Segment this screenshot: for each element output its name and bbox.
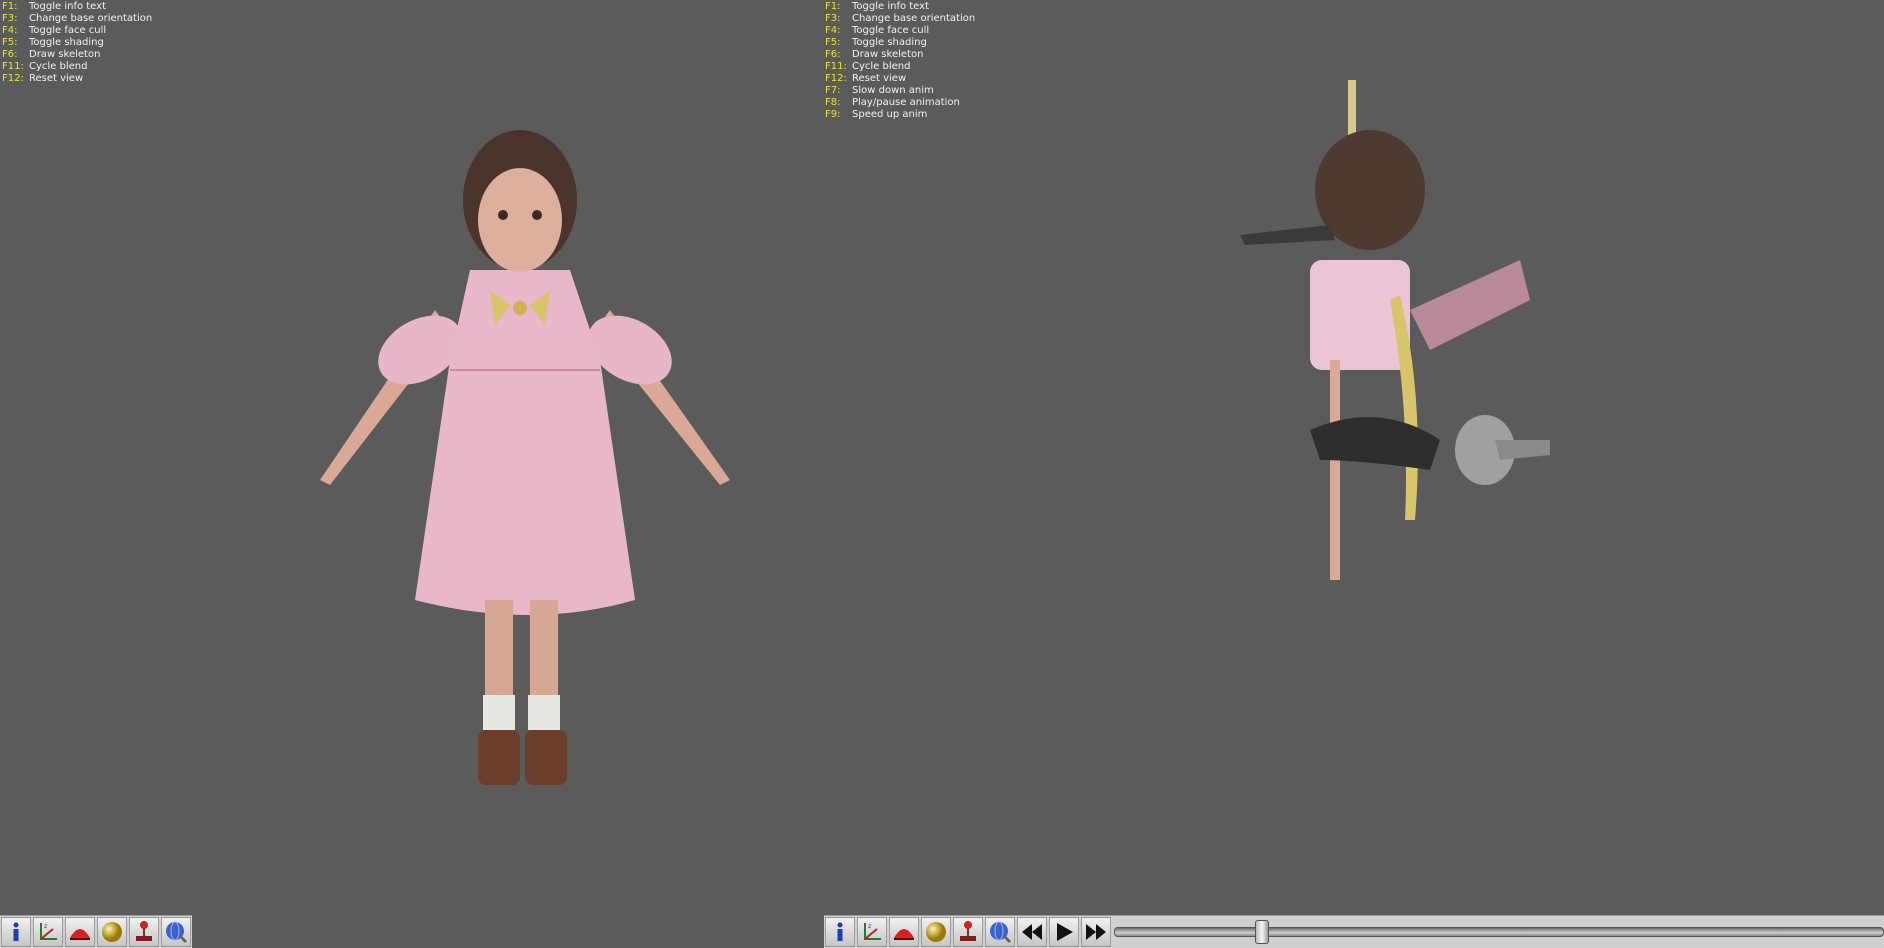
viewer-toolbar-right: z xyxy=(824,915,1884,948)
info-button[interactable] xyxy=(1,917,31,947)
help-row: F9: Speed up anim xyxy=(825,109,975,121)
help-desc: Toggle shading xyxy=(29,37,104,48)
help-overlay-right: F1: Toggle info text F3: Change base orient… xyxy=(825,1,975,121)
help-row: F6: Draw skeleton xyxy=(2,49,152,61)
help-row: F4: Toggle face cull xyxy=(2,25,152,37)
help-key: F6: xyxy=(825,49,841,60)
rewind-icon xyxy=(1020,920,1044,944)
help-key: F12: xyxy=(2,73,24,84)
joystick-icon xyxy=(132,920,156,944)
timeline-slider-knob[interactable] xyxy=(1254,920,1269,944)
svg-text:z: z xyxy=(44,923,47,930)
help-desc: Cycle blend xyxy=(852,61,911,72)
axes-button[interactable]: z xyxy=(857,917,887,947)
character-model-tpose xyxy=(320,130,730,785)
help-row: F11: Cycle blend xyxy=(825,61,975,73)
help-desc: Toggle info text xyxy=(852,1,930,12)
help-desc: Change base orientation xyxy=(29,13,153,24)
help-key: F3: xyxy=(825,13,841,24)
help-row: F3: Change base orientation xyxy=(2,13,152,25)
rewind-button[interactable] xyxy=(1017,917,1047,947)
dome-button[interactable] xyxy=(889,917,919,947)
axes-icon: z xyxy=(860,920,884,944)
dome-icon xyxy=(892,920,916,944)
joystick-button[interactable] xyxy=(129,917,159,947)
info-button[interactable] xyxy=(825,917,855,947)
help-overlay-left: F1: Toggle info text F3: Change base orient… xyxy=(2,1,152,85)
help-desc: Toggle face cull xyxy=(852,25,930,36)
help-desc: Slow down anim xyxy=(852,85,934,96)
help-desc: Toggle face cull xyxy=(29,25,107,36)
help-row: F8: Play/pause animation xyxy=(825,97,975,109)
help-row: F1: Toggle info text xyxy=(2,1,152,13)
help-desc: Toggle info text xyxy=(29,1,107,12)
help-key: F3: xyxy=(2,13,18,24)
sphere-button[interactable] xyxy=(97,917,127,947)
help-row: F6: Draw skeleton xyxy=(825,49,975,61)
globe-icon xyxy=(988,920,1012,944)
help-key: F4: xyxy=(2,25,18,36)
model-viewport-right[interactable] xyxy=(1240,60,1580,640)
help-key: F1: xyxy=(825,1,841,12)
info-icon xyxy=(828,920,852,944)
help-desc: Change base orientation xyxy=(852,13,976,24)
help-row: F12: Reset view xyxy=(2,73,152,85)
help-row: F5: Toggle shading xyxy=(825,37,975,49)
help-row: F5: Toggle shading xyxy=(2,37,152,49)
help-row: F4: Toggle face cull xyxy=(825,25,975,37)
sphere-button[interactable] xyxy=(921,917,951,947)
help-row: F7: Slow down anim xyxy=(825,85,975,97)
sphere-icon xyxy=(924,920,948,944)
help-key: F4: xyxy=(825,25,841,36)
help-row: F1: Toggle info text xyxy=(825,1,975,13)
help-key: F8: xyxy=(825,97,841,108)
help-key: F11: xyxy=(2,61,24,72)
character-model-animated xyxy=(1240,80,1550,580)
fast-forward-icon xyxy=(1084,920,1108,944)
animation-timeline-slider[interactable] xyxy=(1114,920,1884,944)
help-desc: Draw skeleton xyxy=(29,49,101,60)
axes-icon: z xyxy=(36,920,60,944)
model-viewport-left[interactable] xyxy=(300,120,760,820)
svg-text:z: z xyxy=(868,923,871,930)
help-key: F6: xyxy=(2,49,18,60)
dome-icon xyxy=(68,920,92,944)
globe-icon xyxy=(164,920,188,944)
fast-forward-button[interactable] xyxy=(1081,917,1111,947)
help-desc: Reset view xyxy=(29,73,84,84)
help-row: F3: Change base orientation xyxy=(825,13,975,25)
help-row: F11: Cycle blend xyxy=(2,61,152,73)
play-button[interactable] xyxy=(1049,917,1079,947)
help-desc: Toggle shading xyxy=(852,37,927,48)
help-desc: Play/pause animation xyxy=(852,97,960,108)
joystick-icon xyxy=(956,920,980,944)
help-desc: Draw skeleton xyxy=(852,49,924,60)
viewer-toolbar-left: z xyxy=(0,915,192,948)
help-key: F5: xyxy=(825,37,841,48)
help-key: F11: xyxy=(825,61,847,72)
globe-button[interactable] xyxy=(161,917,191,947)
axes-button[interactable]: z xyxy=(33,917,63,947)
play-icon xyxy=(1052,920,1076,944)
help-key: F9: xyxy=(825,109,841,120)
help-key: F5: xyxy=(2,37,18,48)
help-key: F1: xyxy=(2,1,18,12)
dome-button[interactable] xyxy=(65,917,95,947)
joystick-button[interactable] xyxy=(953,917,983,947)
help-key: F7: xyxy=(825,85,841,96)
help-desc: Speed up anim xyxy=(852,109,928,120)
help-desc: Cycle blend xyxy=(29,61,88,72)
help-desc: Reset view xyxy=(852,73,907,84)
globe-button[interactable] xyxy=(985,917,1015,947)
help-key: F12: xyxy=(825,73,847,84)
info-icon xyxy=(4,920,28,944)
help-row: F12: Reset view xyxy=(825,73,975,85)
sphere-icon xyxy=(100,920,124,944)
